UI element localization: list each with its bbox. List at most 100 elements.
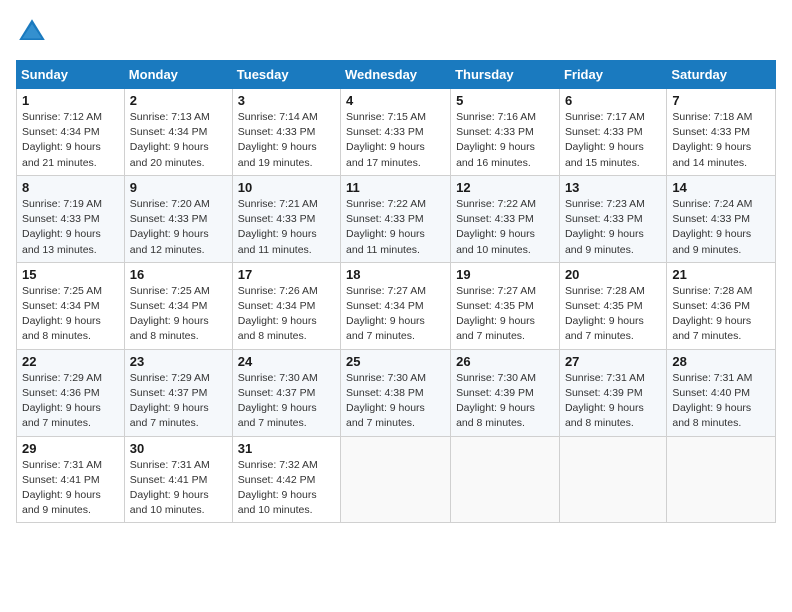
day-info: Sunrise: 7:17 AM Sunset: 4:33 PM Dayligh… bbox=[565, 110, 661, 171]
day-number: 25 bbox=[346, 354, 445, 369]
day-number: 26 bbox=[456, 354, 554, 369]
day-info: Sunrise: 7:25 AM Sunset: 4:34 PM Dayligh… bbox=[130, 284, 227, 345]
calendar-header-wednesday: Wednesday bbox=[341, 61, 451, 89]
day-number: 24 bbox=[238, 354, 335, 369]
calendar-week-row: 29Sunrise: 7:31 AM Sunset: 4:41 PM Dayli… bbox=[17, 436, 776, 523]
calendar-cell: 19 Sunrise: 7:27 AM Sunset: 4:35 PM Dayli… bbox=[451, 262, 560, 349]
calendar-cell: 9 Sunrise: 7:20 AM Sunset: 4:33 PM Daylig… bbox=[124, 175, 232, 262]
calendar-cell bbox=[667, 436, 776, 523]
day-number: 9 bbox=[130, 180, 227, 195]
calendar-week-row: 15 Sunrise: 7:25 AM Sunset: 4:34 PM Dayli… bbox=[17, 262, 776, 349]
calendar-cell: 17 Sunrise: 7:26 AM Sunset: 4:34 PM Dayli… bbox=[232, 262, 340, 349]
day-number: 4 bbox=[346, 93, 445, 108]
calendar-cell: 28Sunrise: 7:31 AM Sunset: 4:40 PM Dayli… bbox=[667, 349, 776, 436]
day-number: 2 bbox=[130, 93, 227, 108]
calendar-cell: 11Sunrise: 7:22 AM Sunset: 4:33 PM Dayli… bbox=[341, 175, 451, 262]
calendar-cell: 27 Sunrise: 7:31 AM Sunset: 4:39 PM Dayli… bbox=[559, 349, 666, 436]
calendar-cell: 25Sunrise: 7:30 AM Sunset: 4:38 PM Dayli… bbox=[341, 349, 451, 436]
calendar-cell: 16 Sunrise: 7:25 AM Sunset: 4:34 PM Dayli… bbox=[124, 262, 232, 349]
day-info: Sunrise: 7:15 AM Sunset: 4:33 PM Dayligh… bbox=[346, 110, 445, 171]
day-number: 6 bbox=[565, 93, 661, 108]
calendar-cell: 20 Sunrise: 7:28 AM Sunset: 4:35 PM Dayli… bbox=[559, 262, 666, 349]
day-info: Sunrise: 7:31 AM Sunset: 4:40 PM Dayligh… bbox=[672, 371, 770, 432]
calendar-header-friday: Friday bbox=[559, 61, 666, 89]
day-info: Sunrise: 7:19 AM Sunset: 4:33 PM Dayligh… bbox=[22, 197, 119, 258]
day-info: Sunrise: 7:16 AM Sunset: 4:33 PM Dayligh… bbox=[456, 110, 554, 171]
calendar-cell: 18 Sunrise: 7:27 AM Sunset: 4:34 PM Dayli… bbox=[341, 262, 451, 349]
calendar-cell: 21 Sunrise: 7:28 AM Sunset: 4:36 PM Dayli… bbox=[667, 262, 776, 349]
page-header bbox=[16, 16, 776, 48]
day-info: Sunrise: 7:12 AM Sunset: 4:34 PM Dayligh… bbox=[22, 110, 119, 171]
calendar-cell: 3 Sunrise: 7:14 AM Sunset: 4:33 PM Daylig… bbox=[232, 89, 340, 176]
day-info: Sunrise: 7:30 AM Sunset: 4:39 PM Dayligh… bbox=[456, 371, 554, 432]
calendar-cell: 6 Sunrise: 7:17 AM Sunset: 4:33 PM Daylig… bbox=[559, 89, 666, 176]
day-info: Sunrise: 7:31 AM Sunset: 4:41 PM Dayligh… bbox=[130, 458, 227, 519]
calendar-cell bbox=[451, 436, 560, 523]
day-number: 8 bbox=[22, 180, 119, 195]
calendar-header-sunday: Sunday bbox=[17, 61, 125, 89]
calendar-cell: 1Sunrise: 7:12 AM Sunset: 4:34 PM Daylig… bbox=[17, 89, 125, 176]
calendar-week-row: 22 Sunrise: 7:29 AM Sunset: 4:36 PM Dayli… bbox=[17, 349, 776, 436]
calendar-week-row: 8 Sunrise: 7:19 AM Sunset: 4:33 PM Daylig… bbox=[17, 175, 776, 262]
day-info: Sunrise: 7:14 AM Sunset: 4:33 PM Dayligh… bbox=[238, 110, 335, 171]
day-info: Sunrise: 7:27 AM Sunset: 4:34 PM Dayligh… bbox=[346, 284, 445, 345]
logo-icon bbox=[16, 16, 48, 48]
calendar-cell: 31Sunrise: 7:32 AM Sunset: 4:42 PM Dayli… bbox=[232, 436, 340, 523]
calendar-cell: 2Sunrise: 7:13 AM Sunset: 4:34 PM Daylig… bbox=[124, 89, 232, 176]
calendar-cell: 12Sunrise: 7:22 AM Sunset: 4:33 PM Dayli… bbox=[451, 175, 560, 262]
calendar-cell: 4 Sunrise: 7:15 AM Sunset: 4:33 PM Daylig… bbox=[341, 89, 451, 176]
day-info: Sunrise: 7:21 AM Sunset: 4:33 PM Dayligh… bbox=[238, 197, 335, 258]
day-number: 16 bbox=[130, 267, 227, 282]
calendar-header-monday: Monday bbox=[124, 61, 232, 89]
calendar-cell: 8 Sunrise: 7:19 AM Sunset: 4:33 PM Daylig… bbox=[17, 175, 125, 262]
calendar-cell: 24 Sunrise: 7:30 AM Sunset: 4:37 PM Dayli… bbox=[232, 349, 340, 436]
day-number: 15 bbox=[22, 267, 119, 282]
day-number: 31 bbox=[238, 441, 335, 456]
day-info: Sunrise: 7:29 AM Sunset: 4:36 PM Dayligh… bbox=[22, 371, 119, 432]
calendar-cell: 5 Sunrise: 7:16 AM Sunset: 4:33 PM Daylig… bbox=[451, 89, 560, 176]
day-info: Sunrise: 7:25 AM Sunset: 4:34 PM Dayligh… bbox=[22, 284, 119, 345]
day-number: 21 bbox=[672, 267, 770, 282]
day-info: Sunrise: 7:30 AM Sunset: 4:37 PM Dayligh… bbox=[238, 371, 335, 432]
calendar-body: 1Sunrise: 7:12 AM Sunset: 4:34 PM Daylig… bbox=[17, 89, 776, 523]
day-info: Sunrise: 7:26 AM Sunset: 4:34 PM Dayligh… bbox=[238, 284, 335, 345]
day-info: Sunrise: 7:20 AM Sunset: 4:33 PM Dayligh… bbox=[130, 197, 227, 258]
day-number: 5 bbox=[456, 93, 554, 108]
day-number: 30 bbox=[130, 441, 227, 456]
calendar-week-row: 1Sunrise: 7:12 AM Sunset: 4:34 PM Daylig… bbox=[17, 89, 776, 176]
day-number: 22 bbox=[22, 354, 119, 369]
day-number: 27 bbox=[565, 354, 661, 369]
day-number: 20 bbox=[565, 267, 661, 282]
day-info: Sunrise: 7:22 AM Sunset: 4:33 PM Dayligh… bbox=[346, 197, 445, 258]
day-number: 23 bbox=[130, 354, 227, 369]
calendar-cell: 22 Sunrise: 7:29 AM Sunset: 4:36 PM Dayli… bbox=[17, 349, 125, 436]
calendar-cell: 23 Sunrise: 7:29 AM Sunset: 4:37 PM Dayli… bbox=[124, 349, 232, 436]
day-info: Sunrise: 7:28 AM Sunset: 4:36 PM Dayligh… bbox=[672, 284, 770, 345]
logo bbox=[16, 16, 52, 48]
calendar-header-row: SundayMondayTuesdayWednesdayThursdayFrid… bbox=[17, 61, 776, 89]
day-info: Sunrise: 7:27 AM Sunset: 4:35 PM Dayligh… bbox=[456, 284, 554, 345]
calendar-cell bbox=[559, 436, 666, 523]
day-number: 19 bbox=[456, 267, 554, 282]
calendar-table: SundayMondayTuesdayWednesdayThursdayFrid… bbox=[16, 60, 776, 523]
calendar-cell: 14Sunrise: 7:24 AM Sunset: 4:33 PM Dayli… bbox=[667, 175, 776, 262]
day-info: Sunrise: 7:29 AM Sunset: 4:37 PM Dayligh… bbox=[130, 371, 227, 432]
day-number: 14 bbox=[672, 180, 770, 195]
calendar-cell: 15 Sunrise: 7:25 AM Sunset: 4:34 PM Dayli… bbox=[17, 262, 125, 349]
calendar-header-tuesday: Tuesday bbox=[232, 61, 340, 89]
calendar-cell bbox=[341, 436, 451, 523]
day-info: Sunrise: 7:31 AM Sunset: 4:41 PM Dayligh… bbox=[22, 458, 119, 519]
day-info: Sunrise: 7:31 AM Sunset: 4:39 PM Dayligh… bbox=[565, 371, 661, 432]
day-info: Sunrise: 7:23 AM Sunset: 4:33 PM Dayligh… bbox=[565, 197, 661, 258]
day-info: Sunrise: 7:28 AM Sunset: 4:35 PM Dayligh… bbox=[565, 284, 661, 345]
day-info: Sunrise: 7:22 AM Sunset: 4:33 PM Dayligh… bbox=[456, 197, 554, 258]
day-number: 7 bbox=[672, 93, 770, 108]
calendar-header-saturday: Saturday bbox=[667, 61, 776, 89]
calendar-cell: 13Sunrise: 7:23 AM Sunset: 4:33 PM Dayli… bbox=[559, 175, 666, 262]
calendar-cell: 29Sunrise: 7:31 AM Sunset: 4:41 PM Dayli… bbox=[17, 436, 125, 523]
day-number: 3 bbox=[238, 93, 335, 108]
day-info: Sunrise: 7:18 AM Sunset: 4:33 PM Dayligh… bbox=[672, 110, 770, 171]
day-number: 18 bbox=[346, 267, 445, 282]
day-number: 17 bbox=[238, 267, 335, 282]
calendar-cell: 7 Sunrise: 7:18 AM Sunset: 4:33 PM Daylig… bbox=[667, 89, 776, 176]
